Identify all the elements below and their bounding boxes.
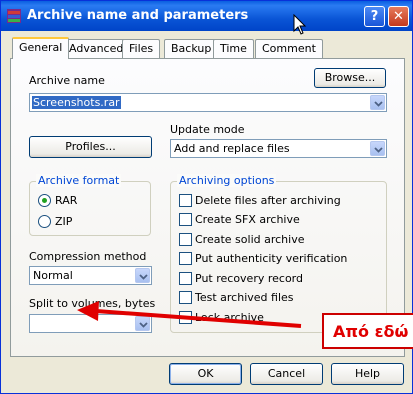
tab-general[interactable]: General (12, 37, 70, 59)
archive-dialog: Archive name and parameters ? ✕ General … (0, 0, 413, 394)
annotation-text: Από εδώ (333, 322, 409, 341)
annotation-callout: Από εδώ (322, 313, 413, 349)
